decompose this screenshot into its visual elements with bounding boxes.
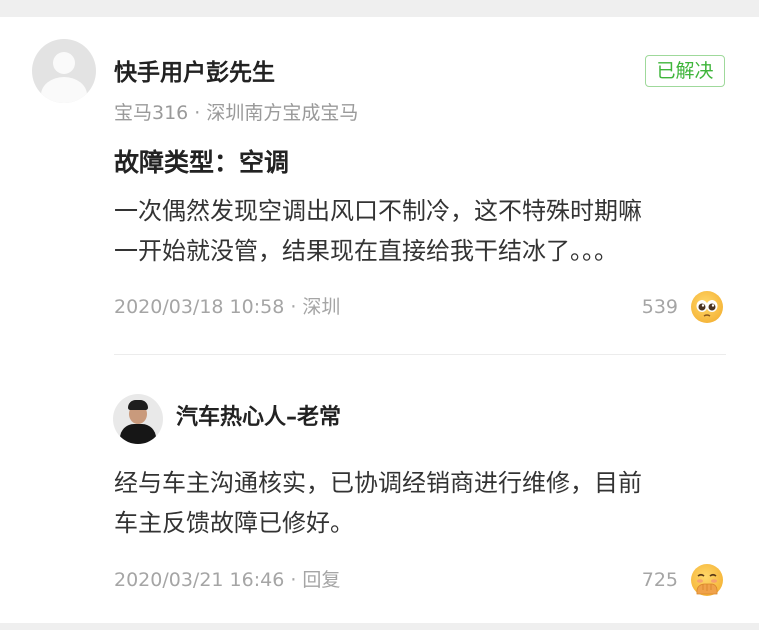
reply-line: 车主反馈故障已修好。 xyxy=(114,509,354,537)
reply-meta: 2020/03/21 16:46 · 回复 xyxy=(114,569,341,591)
question-body: 一次偶然发现空调出风口不制冷，这不特殊时期嘛 一开始就没管，结果现在直接给我干结… xyxy=(114,191,729,271)
face-with-hand-over-mouth-icon[interactable] xyxy=(691,564,723,596)
reply-body: 经与车主沟通核实，已协调经销商进行维修，目前 车主反馈故障已修好。 xyxy=(114,463,729,543)
divider xyxy=(114,354,726,355)
pleading-face-icon[interactable] xyxy=(691,291,723,323)
status-badge: 已解决 xyxy=(645,55,725,87)
default-avatar-icon[interactable] xyxy=(32,39,96,103)
replier-avatar[interactable] xyxy=(113,394,163,444)
question-line: 一开始就没管，结果现在直接给我干结冰了。。。 xyxy=(114,237,618,265)
question-meta: 2020/03/18 10:58 · 深圳 xyxy=(114,296,341,318)
question-username[interactable]: 快手用户彭先生 xyxy=(114,57,275,89)
qa-card: 快手用户彭先生 宝马316 · 深圳南方宝成宝马 已解决 故障类型：空调 一次偶… xyxy=(0,17,759,623)
question-line: 一次偶然发现空调出风口不制冷，这不特殊时期嘛 xyxy=(114,197,642,225)
question-like-count: 539 xyxy=(641,296,678,318)
reply-like-count: 725 xyxy=(641,569,678,591)
replier-username[interactable]: 汽车热心人–老常 xyxy=(176,402,341,434)
reply-line: 经与车主沟通核实，已协调经销商进行维修，目前 xyxy=(114,469,642,497)
fault-type-heading: 故障类型：空调 xyxy=(114,148,290,177)
car-info: 宝马316 · 深圳南方宝成宝马 xyxy=(114,102,359,124)
